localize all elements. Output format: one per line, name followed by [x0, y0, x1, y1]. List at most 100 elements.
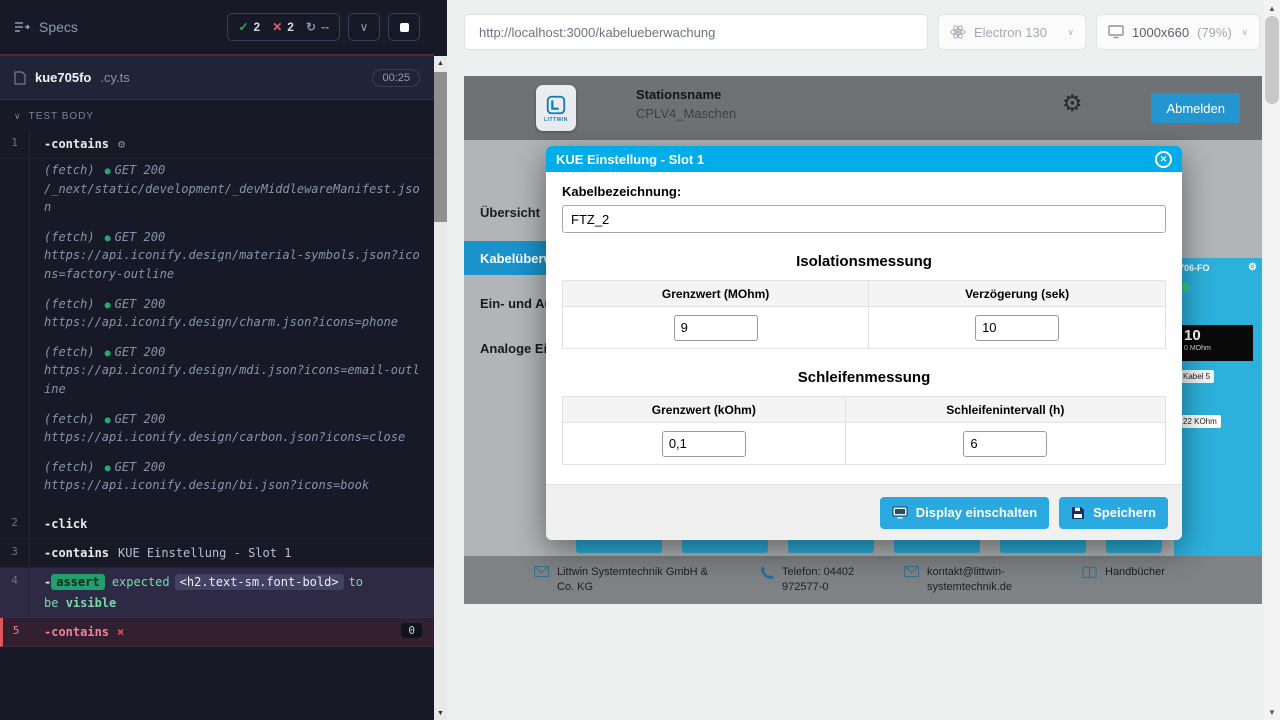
display-on-button[interactable]: Display einschalten [880, 497, 1049, 529]
stat-failed: ✕2 [272, 20, 294, 34]
book-icon [1082, 566, 1097, 579]
fetch-log-block: (fetch)●GET 200 /_next/static/developmen… [0, 159, 434, 510]
loop-section-title: Schleifenmessung [562, 369, 1166, 386]
fetch-url: https://api.iconify.design/charm.json?ic… [44, 313, 422, 332]
scroll-up-icon[interactable]: ▲ [434, 56, 447, 70]
command-number: 2 [0, 510, 30, 538]
column-header: Grenzwert (kOhm) [563, 397, 846, 423]
logo-icon [545, 94, 567, 116]
command-number: 1 [0, 130, 30, 158]
loop-table: Grenzwert (kOhm) Schleifenintervall (h) [562, 396, 1166, 465]
fetch-entry[interactable]: (fetch)●GET 200 https://api.iconify.desi… [44, 343, 422, 399]
gear-icon[interactable]: ⚙ [1248, 262, 1257, 273]
cable-chip: Kabel 5 [1179, 370, 1214, 383]
scroll-down-icon[interactable]: ▼ [434, 706, 447, 720]
spec-extension: .cy.ts [100, 70, 129, 85]
fetch-url: https://api.iconify.design/mdi.json?icon… [44, 361, 422, 398]
cross-icon: ✕ [272, 20, 282, 34]
collapse-all-button[interactable]: ∨ [348, 13, 380, 41]
spec-timer: 00:25 [372, 69, 420, 87]
stop-icon [400, 23, 409, 32]
reporter-header: Specs ✓2 ✕2 ↻-- ∨ [0, 0, 434, 56]
modal-header: KUE Einstellung - Slot 1 ✕ [546, 146, 1182, 172]
close-icon[interactable]: ✕ [1155, 151, 1172, 168]
kohm-chip: 22 KOhm [1179, 415, 1221, 428]
command-number: 5 [3, 618, 30, 646]
viewport-select[interactable]: 1000x660 (79%) ∨ [1096, 14, 1260, 50]
cable-slot-panel[interactable]: 706-FO ⚙ 10 0 MOhm Kabel 5 22 KOhm [1174, 258, 1262, 556]
column-header: Grenzwert (MOhm) [563, 281, 869, 307]
suite-test-body[interactable]: ∨ TEST BODY [0, 100, 434, 130]
fetch-entry[interactable]: (fetch)●GET 200 /_next/static/developmen… [44, 161, 422, 217]
fetch-entry[interactable]: (fetch)●GET 200 https://api.iconify.desi… [44, 410, 422, 447]
stat-passed: ✓2 [238, 20, 260, 34]
footer-email[interactable]: kontakt@littwin-systemtechnik.de [904, 565, 1032, 595]
fetch-url: https://api.iconify.design/bi.json?icons… [44, 476, 422, 495]
isolation-table: Grenzwert (MOhm) Verzögerung (sek) [562, 280, 1166, 349]
command-row[interactable]: 3 -containsKUE Einstellung - Slot 1 [0, 539, 434, 568]
command-argument: KUE Einstellung - Slot 1 [118, 546, 291, 560]
isolation-delay-input[interactable] [975, 315, 1059, 341]
command-number: 4 [0, 568, 30, 617]
logout-button[interactable]: Abmelden [1151, 93, 1240, 123]
footer-manuals-link[interactable]: Handbücher [1082, 565, 1165, 580]
browser-select[interactable]: Electron 130 ∨ [938, 14, 1086, 50]
chevron-down-icon: ∨ [360, 20, 369, 34]
scroll-down-icon[interactable]: ▼ [1264, 704, 1280, 720]
stat-pending: ↻-- [306, 20, 329, 34]
status-dot-icon: ● [105, 463, 111, 474]
url-input[interactable] [479, 25, 913, 40]
station-label: Stationsname [636, 87, 736, 102]
specs-toggle[interactable]: Specs [14, 19, 78, 35]
stop-button[interactable] [388, 13, 420, 41]
settings-gear-icon[interactable]: ⚙ [1062, 92, 1083, 115]
cypress-reporter: Specs ✓2 ✕2 ↻-- ∨ kue705fo.cy.ts 00:25 ∨… [0, 0, 434, 720]
command-row[interactable]: 1 -contains⚙ [0, 130, 434, 159]
chevron-down-icon: ∨ [1067, 27, 1074, 38]
scrollbar-thumb[interactable] [434, 72, 447, 222]
retry-count-badge: 0 [401, 623, 422, 638]
floppy-save-icon [1071, 506, 1085, 520]
check-icon: ✓ [238, 20, 248, 34]
cable-name-input[interactable] [562, 205, 1166, 233]
loop-limit-input[interactable] [662, 431, 746, 457]
kue-settings-modal: KUE Einstellung - Slot 1 ✕ Kabelbezeichn… [546, 146, 1182, 540]
fetch-entry[interactable]: (fetch)●GET 200 https://api.iconify.desi… [44, 295, 422, 332]
assert-expected: expected [112, 575, 170, 589]
spec-file-icon [14, 71, 26, 85]
spec-header[interactable]: kue705fo.cy.ts 00:25 [0, 56, 434, 100]
app-footer: Littwin Systemtechnik GmbH & Co. KG Tele… [464, 556, 1262, 604]
scrollbar-thumb[interactable] [1265, 16, 1279, 104]
command-row[interactable]: 2 -click [0, 510, 434, 539]
url-bar[interactable] [464, 14, 928, 50]
suite-label: TEST BODY [29, 111, 95, 122]
loop-interval-input[interactable] [963, 431, 1047, 457]
command-name: contains [51, 137, 109, 151]
station-value: CPLV4_Maschen [636, 106, 736, 121]
gear-icon: ⚙ [118, 137, 125, 151]
page-scrollbar[interactable]: ▲ ▼ [1264, 0, 1280, 720]
mail-icon [534, 566, 549, 577]
mail-icon [904, 566, 919, 577]
status-dot-icon: ● [105, 166, 111, 177]
browser-name: Electron 130 [974, 25, 1047, 40]
fetch-entry[interactable]: (fetch)●GET 200 https://api.iconify.desi… [44, 228, 422, 284]
status-dot-icon [1181, 283, 1189, 291]
display-icon [892, 506, 908, 520]
status-dot-icon: ● [105, 415, 111, 426]
status-dot-icon: ● [105, 300, 111, 311]
save-button[interactable]: Speichern [1059, 497, 1168, 529]
cable-name-label: Kabelbezeichnung: [562, 184, 1166, 199]
isolation-limit-input[interactable] [674, 315, 758, 341]
electron-icon [950, 24, 966, 40]
command-row-assert[interactable]: 4 -assert expected<h2.text-sm.font-bold>… [0, 568, 434, 618]
command-name: contains [51, 625, 109, 639]
sidebar-scroll-cap [434, 0, 447, 56]
fetch-entry[interactable]: (fetch)●GET 200 https://api.iconify.desi… [44, 458, 422, 495]
scroll-up-icon[interactable]: ▲ [1264, 0, 1280, 16]
sidebar-scrollbar[interactable]: ▲ ▼ [434, 56, 447, 720]
chevron-down-icon: ∨ [14, 111, 22, 122]
littwin-logo: LITTWIN [536, 85, 576, 131]
footer-company: Littwin Systemtechnik GmbH & Co. KG [534, 565, 710, 595]
command-row-failed[interactable]: 5 -contains× 0 [0, 618, 434, 647]
